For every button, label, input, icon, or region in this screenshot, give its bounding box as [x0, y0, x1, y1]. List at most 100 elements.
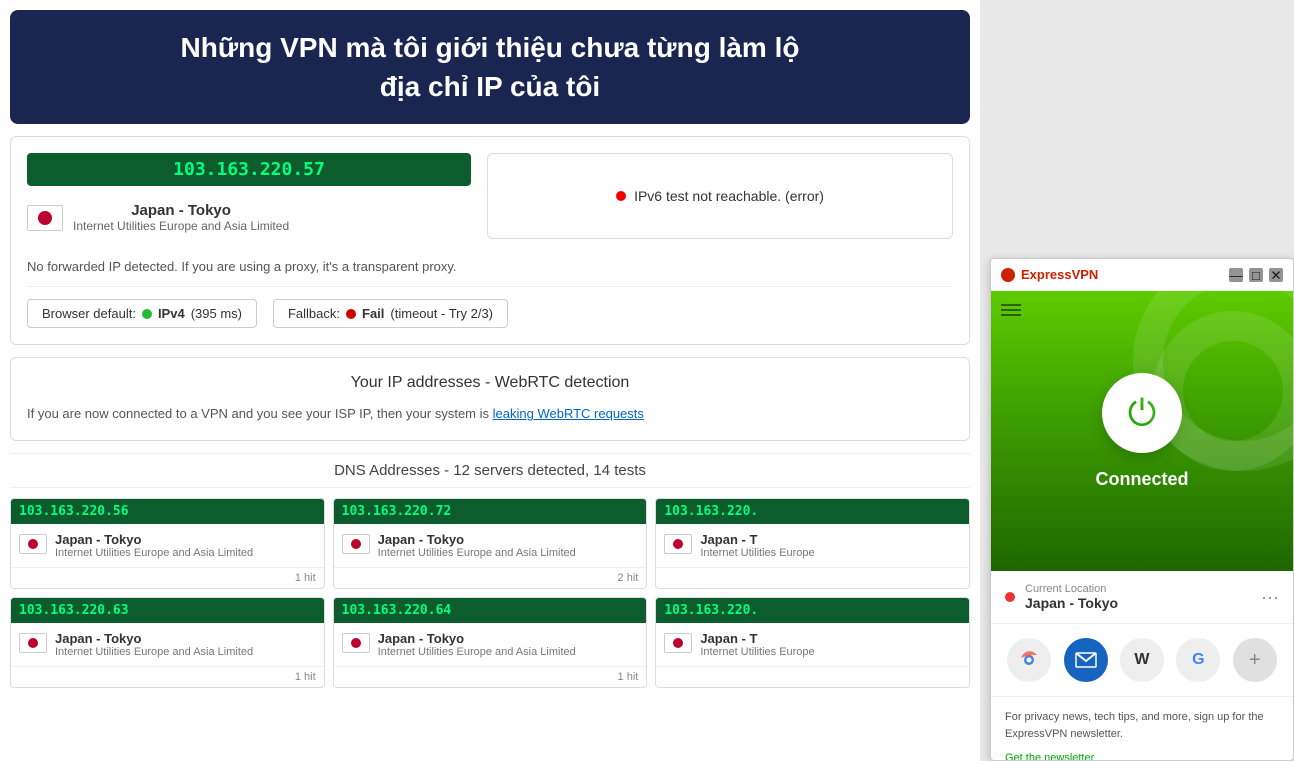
dns-card-body-1: Japan - Tokyo Internet Utilities Europe …: [334, 524, 647, 567]
header-banner: Những VPN mà tôi giới thiệu chưa từng là…: [10, 10, 970, 124]
dns-isp-2: Internet Utilities Europe: [700, 547, 814, 559]
ipv4-green-dot: [142, 309, 152, 319]
dns-city-2: Japan - T: [700, 532, 814, 547]
wikipedia-shortcut[interactable]: W: [1120, 638, 1164, 682]
hamburger-line-2: [1001, 309, 1021, 311]
dns-card-body-4: Japan - Tokyo Internet Utilities Europe …: [334, 623, 647, 666]
dns-card-body-2: Japan - T Internet Utilities Europe: [656, 524, 969, 567]
dns-hits-4: 1 hit: [334, 666, 647, 687]
dns-isp-0: Internet Utilities Europe and Asia Limit…: [55, 547, 253, 559]
evpn-location-info: Current Location Japan - Tokyo: [1025, 583, 1261, 611]
expressvpn-panel: ExpressVPN — □ ✕ ⏻ Connected Current Loc…: [990, 258, 1294, 761]
dns-isp-3: Internet Utilities Europe and Asia Limit…: [55, 646, 253, 658]
dns-card-info-4: Japan - Tokyo Internet Utilities Europe …: [378, 631, 576, 658]
dns-flag-1: [342, 534, 370, 554]
mail-icon: [1075, 652, 1097, 668]
ipv6-box: IPv6 test not reachable. (error): [487, 153, 953, 239]
ip-isp: Internet Utilities Europe and Asia Limit…: [73, 219, 289, 233]
dns-card-ip-4: 103.163.220.64: [334, 598, 647, 623]
webrtc-leak-link[interactable]: leaking WebRTC requests: [493, 406, 644, 421]
dns-card-3: 103.163.220.63 Japan - Tokyo Internet Ut…: [10, 597, 325, 688]
dns-city-0: Japan - Tokyo: [55, 532, 253, 547]
fallback-label: Fallback:: [288, 306, 340, 321]
fallback-status: Fail: [362, 306, 384, 321]
add-shortcut-button[interactable]: +: [1233, 638, 1277, 682]
dns-card-info-1: Japan - Tokyo Internet Utilities Europe …: [378, 532, 576, 559]
main-content: Những VPN mà tôi giới thiệu chưa từng là…: [0, 0, 980, 761]
ip-address: 103.163.220.57: [173, 159, 325, 180]
dns-grid: 103.163.220.56 Japan - Tokyo Internet Ut…: [10, 498, 970, 688]
dns-hits-3: 1 hit: [11, 666, 324, 687]
hamburger-line-1: [1001, 304, 1021, 306]
dns-city-1: Japan - Tokyo: [378, 532, 576, 547]
japan-flag: [27, 205, 63, 231]
dns-flag-0: [19, 534, 47, 554]
google-icon: G: [1192, 651, 1204, 669]
newsletter-link[interactable]: Get the newsletter: [1005, 752, 1094, 761]
fallback-badge: Fallback: Fail (timeout - Try 2/3): [273, 299, 508, 328]
dns-flag-2: [664, 534, 692, 554]
dns-isp-1: Internet Utilities Europe and Asia Limit…: [378, 547, 576, 559]
dns-card-2: 103.163.220. Japan - T Internet Utilitie…: [655, 498, 970, 589]
flag-circle: [38, 211, 52, 225]
chrome-shortcut[interactable]: [1007, 638, 1051, 682]
location-label: Current Location: [1025, 583, 1261, 595]
mail-shortcut[interactable]: [1064, 638, 1108, 682]
dns-card-info-2: Japan - T Internet Utilities Europe: [700, 532, 814, 559]
dns-hits-2: [656, 567, 969, 576]
ipv4-label: IPv4: [158, 306, 185, 321]
dns-card-info-0: Japan - Tokyo Internet Utilities Europe …: [55, 532, 253, 559]
dns-isp-4: Internet Utilities Europe and Asia Limit…: [378, 646, 576, 658]
dns-flag-4: [342, 633, 370, 653]
dns-card-ip-3: 103.163.220.63: [11, 598, 324, 623]
ip-tests-row: Browser default: IPv4 (395 ms) Fallback:…: [27, 299, 953, 328]
dns-city-5: Japan - T: [700, 631, 814, 646]
dns-card-1: 103.163.220.72 Japan - Tokyo Internet Ut…: [333, 498, 648, 589]
dns-card-ip-1: 103.163.220.72: [334, 499, 647, 524]
google-shortcut[interactable]: G: [1176, 638, 1220, 682]
ipv4-ms: (395 ms): [191, 306, 242, 321]
browser-default-label: Browser default:: [42, 306, 136, 321]
dns-card-body-3: Japan - Tokyo Internet Utilities Europe …: [11, 623, 324, 666]
dns-city-3: Japan - Tokyo: [55, 631, 253, 646]
location-dot: [1005, 592, 1015, 602]
ip-info-left: 103.163.220.57 Japan - Tokyo Internet Ut…: [27, 153, 471, 239]
dns-card-ip-2: 103.163.220.: [656, 499, 969, 524]
dns-card-body-5: Japan - T Internet Utilities Europe: [656, 623, 969, 666]
ip-location-row: Japan - Tokyo Internet Utilities Europe …: [27, 196, 471, 239]
dns-hits-1: 2 hit: [334, 567, 647, 588]
fallback-detail: (timeout - Try 2/3): [390, 306, 493, 321]
webrtc-desc: If you are now connected to a VPN and yo…: [27, 404, 953, 424]
dns-hits-5: [656, 666, 969, 675]
fallback-red-dot: [346, 309, 356, 319]
connected-label: Connected: [1095, 469, 1188, 490]
ip-section: 103.163.220.57 Japan - Tokyo Internet Ut…: [10, 136, 970, 345]
evpn-menu-button[interactable]: [1001, 301, 1021, 319]
webrtc-title: Your IP addresses - WebRTC detection: [27, 374, 953, 392]
add-icon: +: [1249, 649, 1261, 672]
evpn-location-row[interactable]: Current Location Japan - Tokyo ···: [991, 571, 1293, 624]
dns-card-5: 103.163.220. Japan - T Internet Utilitie…: [655, 597, 970, 688]
dns-card-0: 103.163.220.56 Japan - Tokyo Internet Ut…: [10, 498, 325, 589]
hamburger-line-3: [1001, 314, 1021, 316]
dns-card-4: 103.163.220.64 Japan - Tokyo Internet Ut…: [333, 597, 648, 688]
webrtc-section: Your IP addresses - WebRTC detection If …: [10, 357, 970, 441]
evpn-newsletter: For privacy news, tech tips, and more, s…: [991, 697, 1293, 761]
dns-card-body-0: Japan - Tokyo Internet Utilities Europe …: [11, 524, 324, 567]
location-value: Japan - Tokyo: [1025, 595, 1261, 611]
dns-isp-5: Internet Utilities Europe: [700, 646, 814, 658]
evpn-logo-dot: [1001, 268, 1015, 282]
dns-title: DNS Addresses - 12 servers detected, 14 …: [10, 453, 970, 488]
dns-card-ip-5: 103.163.220.: [656, 598, 969, 623]
evpn-shortcuts: W G +: [991, 624, 1293, 697]
dns-card-ip-0: 103.163.220.56: [11, 499, 324, 524]
location-more-button[interactable]: ···: [1261, 587, 1279, 608]
dns-card-info-3: Japan - Tokyo Internet Utilities Europe …: [55, 631, 253, 658]
dns-flag-5: [664, 633, 692, 653]
wiki-icon: W: [1134, 651, 1149, 669]
ip-address-bar: 103.163.220.57: [27, 153, 471, 186]
ip-location-text: Japan - Tokyo Internet Utilities Europe …: [73, 202, 289, 233]
ipv6-text: IPv6 test not reachable. (error): [634, 188, 824, 204]
dns-city-4: Japan - Tokyo: [378, 631, 576, 646]
dns-card-info-5: Japan - T Internet Utilities Europe: [700, 631, 814, 658]
